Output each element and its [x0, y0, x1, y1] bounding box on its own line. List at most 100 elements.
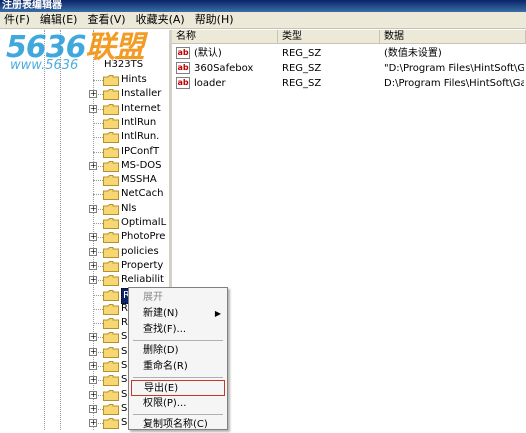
- folder-icon: [103, 132, 119, 143]
- value-type: REG_SZ: [282, 48, 322, 59]
- tree-item[interactable]: + MS-DOS: [0, 159, 169, 173]
- folder-icon: [103, 189, 119, 200]
- value-data: D:\Program Files\HintSoft\GameM: [384, 78, 524, 89]
- site-watermark-url: www.5636: [10, 58, 79, 73]
- folder-icon: [103, 375, 119, 386]
- tree-item[interactable]: Hints: [0, 73, 169, 87]
- tree-guide-line: [93, 194, 103, 195]
- expand-toggle-icon[interactable]: +: [89, 205, 97, 213]
- column-header-name[interactable]: 名称: [172, 30, 278, 44]
- expand-toggle-icon[interactable]: +: [89, 333, 97, 341]
- menu-separator: [133, 340, 223, 341]
- tree-item-label: IPConfT: [121, 146, 160, 157]
- expand-toggle-icon[interactable]: +: [89, 105, 97, 113]
- column-header-type[interactable]: 类型: [278, 30, 380, 44]
- folder-icon: [103, 175, 119, 186]
- value-data: "D:\Program Files\HintSoft\GameM: [384, 63, 524, 74]
- folder-icon: [103, 418, 119, 429]
- tree-item-label: OptimalL: [121, 217, 167, 228]
- tree-item-label: Internet: [121, 103, 161, 114]
- tree-item[interactable]: MSSHA: [0, 173, 169, 187]
- tree-item-label: S: [121, 346, 128, 357]
- context-menu-item[interactable]: 复制项名称(C): [131, 417, 225, 433]
- string-value-icon: ab: [176, 62, 190, 74]
- tree-item[interactable]: IPConfT: [0, 145, 169, 159]
- tree-guide-line: [93, 323, 103, 324]
- tree-item[interactable]: + Installer: [0, 87, 169, 101]
- tree-item[interactable]: + Internet: [0, 102, 169, 116]
- tree-item-label: Nls: [121, 203, 137, 214]
- context-menu-item-label: 查找(F)...: [143, 324, 187, 335]
- folder-icon: [103, 390, 119, 401]
- menu-help[interactable]: 帮助(H): [191, 12, 240, 28]
- context-menu-item[interactable]: 导出(E): [131, 380, 225, 396]
- context-menu-item-label: 重命名(R): [143, 361, 188, 372]
- context-menu-item-label: 导出(E): [144, 383, 179, 394]
- tree-item-label: Property: [121, 260, 164, 271]
- tree-guide-line: [93, 152, 103, 153]
- folder-icon: [103, 147, 119, 158]
- tree-guide-line: [93, 309, 103, 310]
- tree-item-label: S: [121, 403, 128, 414]
- context-menu: 展开 新建(N) ▶ 查找(F)... 删除(D) 重命名(R) 导出(E) 权限(P)...…: [128, 287, 228, 430]
- tree-item[interactable]: + PhotoPre: [0, 230, 169, 244]
- folder-icon: [103, 118, 119, 129]
- expand-toggle-icon[interactable]: +: [89, 162, 97, 170]
- expand-toggle-icon[interactable]: +: [89, 90, 97, 98]
- context-menu-item[interactable]: 删除(D): [131, 343, 225, 359]
- tree-item[interactable]: IntlRun: [0, 116, 169, 130]
- window-title: 注册表编辑器: [2, 0, 62, 11]
- folder-icon: [103, 204, 119, 215]
- folder-icon: [103, 361, 119, 372]
- tree-item-label: policies: [121, 246, 159, 257]
- expand-toggle-icon[interactable]: +: [89, 362, 97, 370]
- folder-icon: [103, 247, 119, 258]
- folder-icon: [103, 89, 119, 100]
- value-row[interactable]: ab (默认) REG_SZ (数值未设置): [172, 46, 526, 61]
- tree-item[interactable]: + Reliabilit: [0, 273, 169, 287]
- context-menu-item[interactable]: 重命名(R): [131, 359, 225, 375]
- tree-item[interactable]: NetCach: [0, 187, 169, 201]
- value-data: (数值未设置): [384, 48, 442, 59]
- expand-toggle-icon[interactable]: +: [89, 348, 97, 356]
- expand-toggle-icon[interactable]: +: [89, 419, 97, 427]
- folder-icon: [103, 104, 119, 115]
- tree-guide-line: [93, 80, 103, 81]
- value-name: loader: [194, 78, 226, 89]
- context-menu-item[interactable]: 展开: [131, 290, 225, 306]
- context-menu-item[interactable]: 权限(P)...: [131, 396, 225, 412]
- context-menu-item[interactable]: 查找(F)...: [131, 322, 225, 338]
- tree-guide-line: [93, 223, 103, 224]
- folder-icon: [103, 347, 119, 358]
- tree-item-label: S: [121, 389, 128, 400]
- tree-guide-line: [93, 180, 103, 181]
- expand-toggle-icon[interactable]: +: [89, 391, 97, 399]
- expand-toggle-icon[interactable]: +: [89, 276, 97, 284]
- context-menu-item-label: 复制项名称(C): [143, 419, 208, 430]
- folder-icon: [103, 275, 119, 286]
- column-header-data[interactable]: 数据: [380, 30, 526, 44]
- folder-icon: [103, 332, 119, 343]
- tree-item[interactable]: IntlRun.: [0, 130, 169, 144]
- tree-item[interactable]: OptimalL: [0, 216, 169, 230]
- folder-icon: [103, 404, 119, 415]
- tree-item-label: Hints: [121, 74, 147, 85]
- folder-icon: [103, 290, 119, 301]
- folder-icon: [103, 318, 119, 329]
- tree-item[interactable]: + Nls: [0, 202, 169, 216]
- expand-toggle-icon[interactable]: +: [89, 248, 97, 256]
- value-row[interactable]: ab loader REG_SZ D:\Program Files\HintSo…: [172, 76, 526, 91]
- tree-item-label: MSSHA: [121, 174, 157, 185]
- string-value-icon: ab: [176, 77, 190, 89]
- context-menu-item[interactable]: 新建(N) ▶: [131, 306, 225, 322]
- expand-toggle-icon[interactable]: +: [89, 262, 97, 270]
- expand-toggle-icon[interactable]: +: [89, 405, 97, 413]
- value-row[interactable]: ab 360Safebox REG_SZ "D:\Program Files\H…: [172, 61, 526, 76]
- tree-guide-line: [93, 123, 103, 124]
- expand-toggle-icon[interactable]: +: [89, 376, 97, 384]
- value-type: REG_SZ: [282, 78, 322, 89]
- expand-toggle-icon[interactable]: +: [89, 233, 97, 241]
- tree-item[interactable]: + Property: [0, 259, 169, 273]
- tree-item[interactable]: + policies: [0, 245, 169, 259]
- tree-item-label: IntlRun.: [121, 131, 160, 142]
